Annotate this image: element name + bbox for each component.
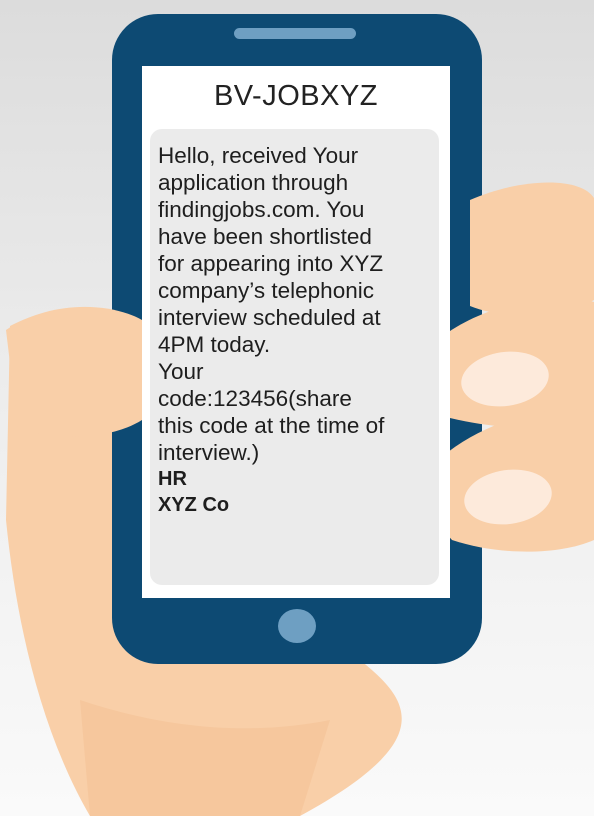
- hand-thumb: [6, 306, 142, 437]
- phone-speaker-slot-icon: [234, 28, 356, 39]
- message-line: 4PM today.: [158, 332, 271, 357]
- message-line: findingjobs.com. You: [158, 197, 365, 222]
- message-line: Hello, received Your: [158, 143, 359, 168]
- message-line: for appearing into XYZ: [158, 251, 384, 276]
- message-line: company’s telephonic: [158, 278, 374, 303]
- sender-name: BV-JOBXYZ: [213, 80, 379, 112]
- message-line: interview scheduled at: [158, 305, 381, 330]
- message-line: code:123456(share: [158, 386, 352, 411]
- message-line: interview.): [158, 440, 260, 465]
- signature-line: XYZ Co: [158, 494, 230, 516]
- phone-screen: BV-JOBXYZ Hello, received Your applicati…: [142, 66, 450, 598]
- message-line: Your: [158, 359, 204, 384]
- signature-line: HR: [158, 468, 187, 490]
- phone-in-hand-illustration: BV-JOBXYZ Hello, received Your applicati…: [0, 0, 594, 816]
- message-line: this code at the time of: [158, 413, 385, 438]
- finger-top: [470, 182, 594, 316]
- message-line: application through: [158, 170, 349, 195]
- message-line: have been shortlisted: [158, 224, 372, 249]
- home-button-icon[interactable]: [278, 609, 316, 643]
- sms-message-bubble[interactable]: Hello, received Your application through…: [150, 129, 439, 585]
